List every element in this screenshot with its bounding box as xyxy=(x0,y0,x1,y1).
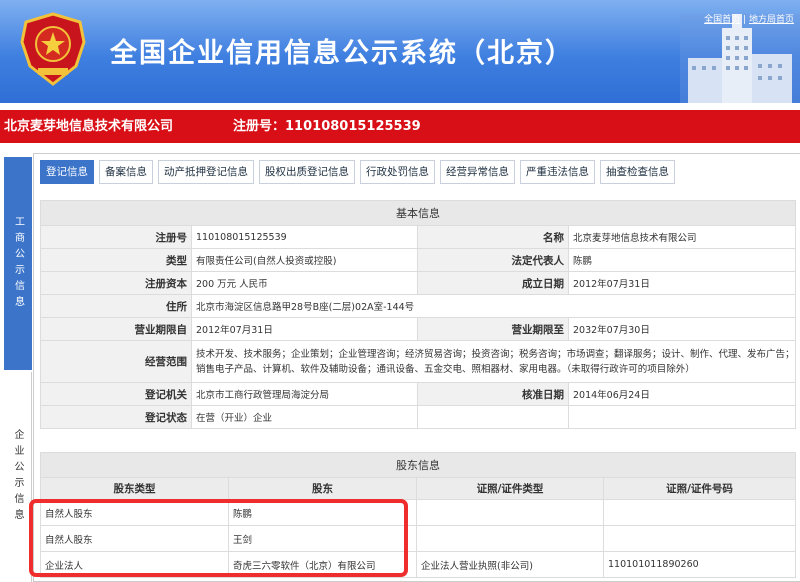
page: 全国企业信用信息公示系统（北京） 全国首页 | 地方局首页 北京麦芽地信息技术有… xyxy=(0,0,800,582)
table-row: 企业法人 奇虎三六零软件（北京）有限公司 企业法人营业执照(非公司) 11010… xyxy=(40,551,796,578)
holder-type: 自然人股东 xyxy=(40,499,229,526)
basic-info-table: 基本信息 注册号 110108015125539 名称 北京麦芽地信息技术有限公… xyxy=(40,200,796,429)
tab-equity-pledge[interactable]: 股权出质登记信息 xyxy=(259,160,355,184)
term-to-label: 营业期限至 xyxy=(417,317,569,341)
cert-no xyxy=(603,499,796,526)
building-illustration xyxy=(680,14,800,103)
cert-no xyxy=(603,525,796,552)
term-from-label: 营业期限自 xyxy=(40,317,192,341)
empty-cell xyxy=(417,405,569,429)
tab-registration[interactable]: 登记信息 xyxy=(40,160,94,184)
tab-inspection[interactable]: 抽查检查信息 xyxy=(600,160,675,184)
cert-type xyxy=(416,525,604,552)
holder-name: 王剑 xyxy=(228,525,417,552)
reg-label: 注册号： xyxy=(233,119,286,134)
status-label: 登记状态 xyxy=(40,405,192,429)
approve-date-value: 2014年06月24日 xyxy=(568,382,796,406)
col-holder: 股东 xyxy=(228,477,417,500)
cert-type: 企业法人营业执照(非公司) xyxy=(416,551,604,578)
empty-cell xyxy=(568,405,796,429)
reg-number: 110108015125539 xyxy=(285,119,421,134)
tab-filing[interactable]: 备案信息 xyxy=(99,160,153,184)
tab-chattel-mortgage[interactable]: 动产抵押登记信息 xyxy=(158,160,254,184)
table-row: 自然人股东 陈鹏 xyxy=(40,499,796,526)
link-separator: | xyxy=(743,15,747,25)
approve-date-label: 核准日期 xyxy=(417,382,569,406)
side-tab-enterprise-info[interactable]: 企业公示信息 xyxy=(4,372,32,582)
holder-name: 奇虎三六零软件（北京）有限公司 xyxy=(228,551,417,578)
capital-value: 200 万元 人民币 xyxy=(191,271,418,295)
top-links: 全国首页 | 地方局首页 xyxy=(704,12,794,25)
reg-no-value: 110108015125539 xyxy=(191,225,418,249)
site-title: 全国企业信用信息公示系统（北京） xyxy=(110,38,574,69)
side-tab-business-info[interactable]: 工商公示信息 xyxy=(4,157,32,370)
name-value: 北京麦芽地信息技术有限公司 xyxy=(568,225,796,249)
tab-abnormal-operation[interactable]: 经营异常信息 xyxy=(440,160,515,184)
holder-name: 陈鹏 xyxy=(228,499,417,526)
tab-bar: 登记信息 备案信息 动产抵押登记信息 股权出质登记信息 行政处罚信息 经营异常信… xyxy=(40,160,680,186)
type-label: 类型 xyxy=(40,248,192,272)
cert-type xyxy=(416,499,604,526)
term-to-value: 2032年07月30日 xyxy=(568,317,796,341)
est-date-label: 成立日期 xyxy=(417,271,569,295)
capital-label: 注册资本 xyxy=(40,271,192,295)
est-date-value: 2012年07月31日 xyxy=(568,271,796,295)
holder-type: 企业法人 xyxy=(40,551,229,578)
shareholders-title: 股东信息 xyxy=(40,452,796,478)
section-divider xyxy=(40,441,795,451)
holder-type: 自然人股东 xyxy=(40,525,229,552)
table-row: 自然人股东 王剑 xyxy=(40,525,796,552)
national-emblem-icon xyxy=(20,12,86,86)
company-bar: 北京麦芽地信息技术有限公司 注册号：110108015125539 xyxy=(0,110,800,143)
name-label: 名称 xyxy=(417,225,569,249)
cert-no: 110101011890260 xyxy=(603,551,796,578)
reg-no-label: 注册号 xyxy=(40,225,192,249)
scope-label: 经营范围 xyxy=(40,340,192,383)
national-home-link[interactable]: 全国首页 xyxy=(704,15,740,25)
authority-value: 北京市工商行政管理局海淀分局 xyxy=(191,382,418,406)
col-cert-type: 证照/证件类型 xyxy=(416,477,604,500)
scope-value: 技术开发、技术服务；企业策划；企业管理咨询；经济贸易咨询；投资咨询；税务咨询；市… xyxy=(191,340,796,383)
col-holder-type: 股东类型 xyxy=(40,477,229,500)
legal-rep-label: 法定代表人 xyxy=(417,248,569,272)
col-cert-no: 证照/证件号码 xyxy=(603,477,796,500)
legal-rep-value: 陈鹏 xyxy=(568,248,796,272)
shareholders-table: 股东信息 股东类型 股东 证照/证件类型 证照/证件号码 自然人股东 陈鹏 自然… xyxy=(40,452,796,578)
company-name: 北京麦芽地信息技术有限公司 xyxy=(4,119,174,134)
type-value: 有限责任公司(自然人投资或控股) xyxy=(191,248,418,272)
tab-serious-violation[interactable]: 严重违法信息 xyxy=(520,160,595,184)
authority-label: 登记机关 xyxy=(40,382,192,406)
address-value: 北京市海淀区信息路甲28号B座(二层)02A室-144号 xyxy=(191,294,796,318)
company-reg: 注册号：110108015125539 xyxy=(233,110,421,143)
term-from-value: 2012年07月31日 xyxy=(191,317,418,341)
tab-admin-penalty[interactable]: 行政处罚信息 xyxy=(360,160,435,184)
content-panel: 登记信息 备案信息 动产抵押登记信息 股权出质登记信息 行政处罚信息 经营异常信… xyxy=(33,153,800,582)
site-header: 全国企业信用信息公示系统（北京） 全国首页 | 地方局首页 xyxy=(0,0,800,103)
basic-info-title: 基本信息 xyxy=(40,200,796,226)
address-label: 住所 xyxy=(40,294,192,318)
local-home-link[interactable]: 地方局首页 xyxy=(749,15,794,25)
status-value: 在营（开业）企业 xyxy=(191,405,418,429)
